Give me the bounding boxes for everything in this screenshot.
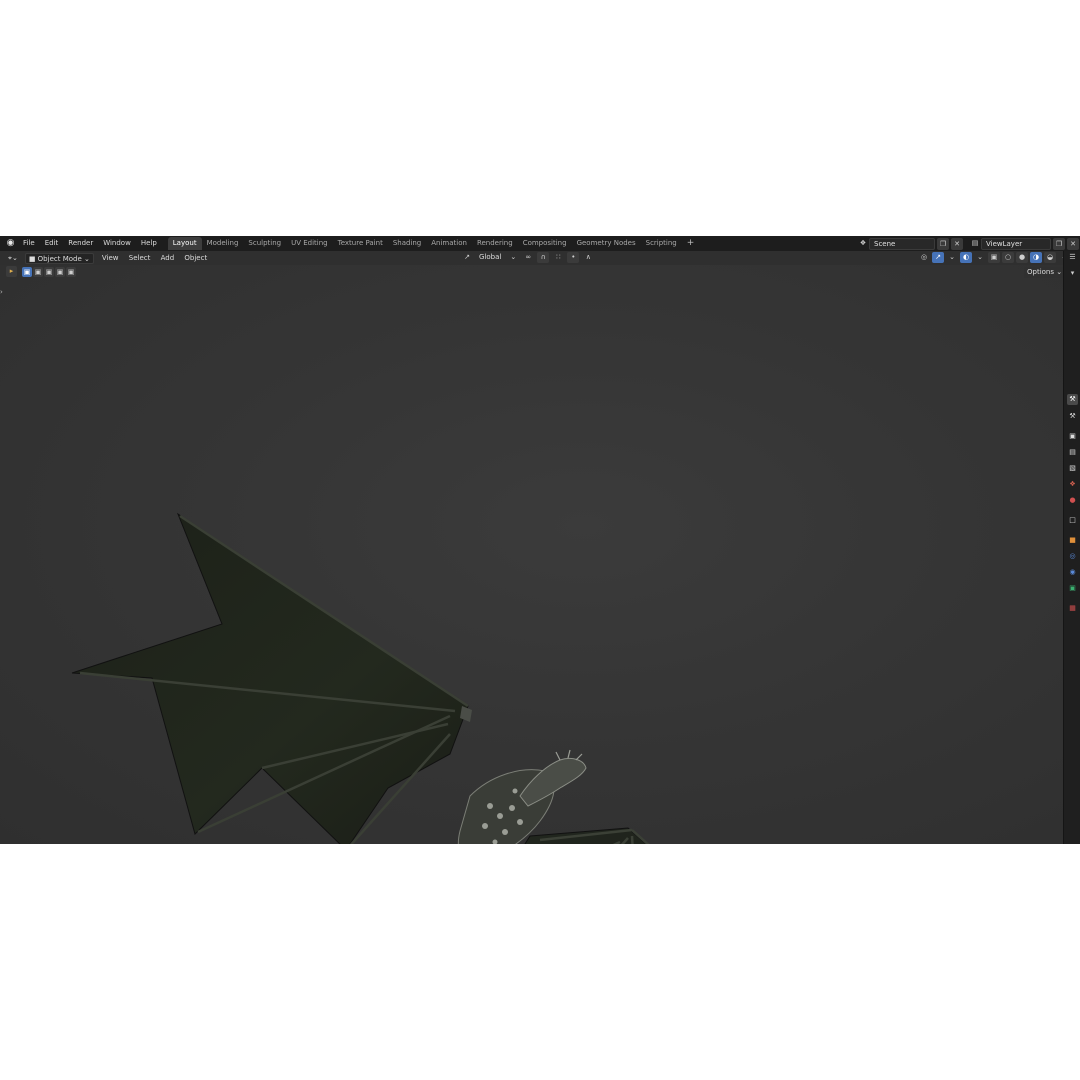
new-view-layer-icon[interactable]: ❐ bbox=[1053, 237, 1065, 250]
tab-geometry-nodes[interactable]: Geometry Nodes bbox=[572, 237, 641, 250]
object-mode-icon: ■ bbox=[28, 254, 36, 263]
viewport-header: ⌖⌄ ■ Object Mode ⌄ View Select Add Objec… bbox=[0, 251, 1067, 265]
menu-file[interactable]: File bbox=[18, 236, 40, 251]
render-properties-icon[interactable]: ▣ bbox=[1067, 431, 1078, 442]
falloff-icon[interactable]: ∧ bbox=[582, 252, 594, 263]
menu-render[interactable]: Render bbox=[63, 236, 98, 251]
tab-sculpting[interactable]: Sculpting bbox=[243, 237, 286, 250]
tab-animation[interactable]: Animation bbox=[426, 237, 472, 250]
tab-shading[interactable]: Shading bbox=[388, 237, 426, 250]
tab-layout[interactable]: Layout bbox=[167, 237, 202, 250]
texture-properties-icon[interactable]: ▦ bbox=[1067, 603, 1078, 614]
physics-properties-icon[interactable]: ▣ bbox=[1067, 583, 1078, 594]
rendered-shading-icon[interactable]: ◒ bbox=[1044, 252, 1056, 263]
menu-object[interactable]: Object bbox=[180, 254, 211, 262]
mode-selector[interactable]: ■ Object Mode ⌄ bbox=[24, 252, 94, 264]
view-layer-field[interactable]: ViewLayer bbox=[981, 237, 1051, 250]
remove-view-layer-icon[interactable]: ✕ bbox=[1067, 237, 1079, 250]
chevron-down-icon: ⌄ bbox=[84, 254, 90, 263]
wireframe-shading-icon[interactable]: ○ bbox=[1002, 252, 1014, 263]
3d-viewport[interactable] bbox=[0, 265, 1063, 844]
chevron-down-icon: ⌄ bbox=[977, 253, 983, 261]
add-workspace-button[interactable]: + bbox=[682, 237, 700, 250]
select-new-icon[interactable]: ▣ bbox=[22, 266, 32, 277]
tab-modeling[interactable]: Modeling bbox=[202, 237, 244, 250]
menu-add[interactable]: Add bbox=[157, 254, 179, 262]
workspace-tabs: Layout Modeling Sculpting UV Editing Tex… bbox=[167, 237, 700, 250]
3d-viewport-icon[interactable]: ⌖⌄ bbox=[5, 253, 21, 264]
chevron-down-icon: ⌄ bbox=[510, 253, 517, 261]
viewport-display-tools: ◎ ↗ ⌄ ◐ ⌄ ▣ ○ ● ◑ ◒ ⌄ bbox=[918, 252, 1070, 263]
toolbar-toggle-icon[interactable]: ▸ bbox=[6, 266, 17, 277]
overlays-icon[interactable]: ◐ bbox=[960, 252, 972, 263]
scene-icon[interactable]: ❖ bbox=[857, 238, 869, 249]
gizmo-icon[interactable]: ↗ bbox=[932, 252, 944, 263]
select-extend-icon[interactable]: ▣ bbox=[33, 266, 43, 277]
tab-uv-editing[interactable]: UV Editing bbox=[286, 237, 333, 250]
options-dropdown[interactable]: Options ⌄ bbox=[1024, 267, 1066, 278]
scene-selector-group: ❖ Scene ❐ ✕ ▤ ViewLayer ❐ ✕ bbox=[857, 237, 1079, 250]
mode-label: Object Mode bbox=[37, 254, 82, 263]
select-intersect-icon[interactable]: ▣ bbox=[66, 266, 76, 277]
tool-properties-icon[interactable]: ⚒ bbox=[1067, 394, 1078, 405]
tab-scripting[interactable]: Scripting bbox=[641, 237, 682, 250]
menu-help[interactable]: Help bbox=[136, 236, 162, 251]
top-menu-bar: ◉ File Edit Render Window Help Layout Mo… bbox=[0, 236, 1080, 251]
tab-compositing[interactable]: Compositing bbox=[518, 237, 572, 250]
chevron-down-icon: ⌄ bbox=[949, 253, 955, 261]
blender-window: ◉ File Edit Render Window Help Layout Mo… bbox=[0, 236, 1080, 844]
snap-target-icon[interactable]: ∷ bbox=[552, 252, 564, 263]
dragon-model[interactable] bbox=[0, 265, 1063, 844]
collection-properties-icon[interactable]: □ bbox=[1067, 515, 1078, 526]
view-layer-icon[interactable]: ▤ bbox=[969, 238, 981, 249]
collapse-arrow-icon[interactable]: ▾ bbox=[1067, 268, 1078, 279]
blender-logo-icon[interactable]: ◉ bbox=[4, 237, 17, 250]
object-properties-icon[interactable]: ■ bbox=[1067, 535, 1078, 546]
expand-toolbar-icon[interactable]: › bbox=[0, 288, 3, 296]
menu-view[interactable]: View bbox=[98, 254, 123, 262]
properties-editor-icon[interactable]: ☰ bbox=[1067, 252, 1078, 263]
output-properties-icon[interactable]: ▤ bbox=[1067, 447, 1078, 458]
menu-select[interactable]: Select bbox=[125, 254, 155, 262]
transform-orientation-select[interactable]: Global bbox=[476, 252, 504, 263]
scene-name-field[interactable]: Scene bbox=[869, 237, 935, 250]
menu-edit[interactable]: Edit bbox=[40, 236, 64, 251]
material-preview-shading-icon[interactable]: ◑ bbox=[1030, 252, 1042, 263]
tab-texture-paint[interactable]: Texture Paint bbox=[333, 237, 388, 250]
viewport-menus: View Select Add Object bbox=[98, 254, 211, 262]
visibility-icon[interactable]: ◎ bbox=[918, 252, 930, 263]
select-subtract-icon[interactable]: ▣ bbox=[44, 266, 54, 277]
transform-orientation-icon: ↗ bbox=[464, 253, 470, 261]
select-invert-icon[interactable]: ▣ bbox=[55, 266, 65, 277]
new-scene-icon[interactable]: ❐ bbox=[937, 237, 949, 250]
selection-modes: ▣ ▣ ▣ ▣ ▣ bbox=[22, 266, 76, 277]
viewport-toolrow: ▸ ▣ ▣ ▣ ▣ ▣ bbox=[6, 266, 76, 277]
options-label: Options bbox=[1027, 268, 1055, 276]
magnet-icon[interactable]: ∩ bbox=[537, 252, 550, 263]
view-layer-properties-icon[interactable]: ▧ bbox=[1067, 463, 1078, 474]
world-properties-icon[interactable]: ● bbox=[1067, 495, 1078, 506]
tool-settings-icon[interactable]: ⚒ bbox=[1067, 411, 1078, 422]
particles-properties-icon[interactable]: ◉ bbox=[1067, 567, 1078, 578]
transform-tools: ↗ Global ⌄ ∞ ∩ ∷ • ∧ bbox=[461, 252, 594, 263]
pivot-point-icon[interactable]: ∞ bbox=[522, 252, 534, 263]
solid-shading-icon[interactable]: ● bbox=[1016, 252, 1028, 263]
xray-icon[interactable]: ▣ bbox=[988, 252, 1000, 263]
menu-window[interactable]: Window bbox=[98, 236, 136, 251]
tab-rendering[interactable]: Rendering bbox=[472, 237, 518, 250]
properties-strip: ☰ ▾ ⚒ ⚒ ▣ ▤ ▧ ❖ ● □ ■ ◎ ◉ ▣ ▦ bbox=[1063, 251, 1080, 844]
chevron-down-icon: ⌄ bbox=[1056, 268, 1063, 276]
scene-properties-icon[interactable]: ❖ bbox=[1067, 479, 1078, 490]
modifier-properties-icon[interactable]: ◎ bbox=[1067, 551, 1078, 562]
proportional-edit-icon[interactable]: • bbox=[567, 252, 580, 263]
remove-scene-icon[interactable]: ✕ bbox=[951, 237, 963, 250]
main-menu: File Edit Render Window Help bbox=[18, 236, 162, 251]
